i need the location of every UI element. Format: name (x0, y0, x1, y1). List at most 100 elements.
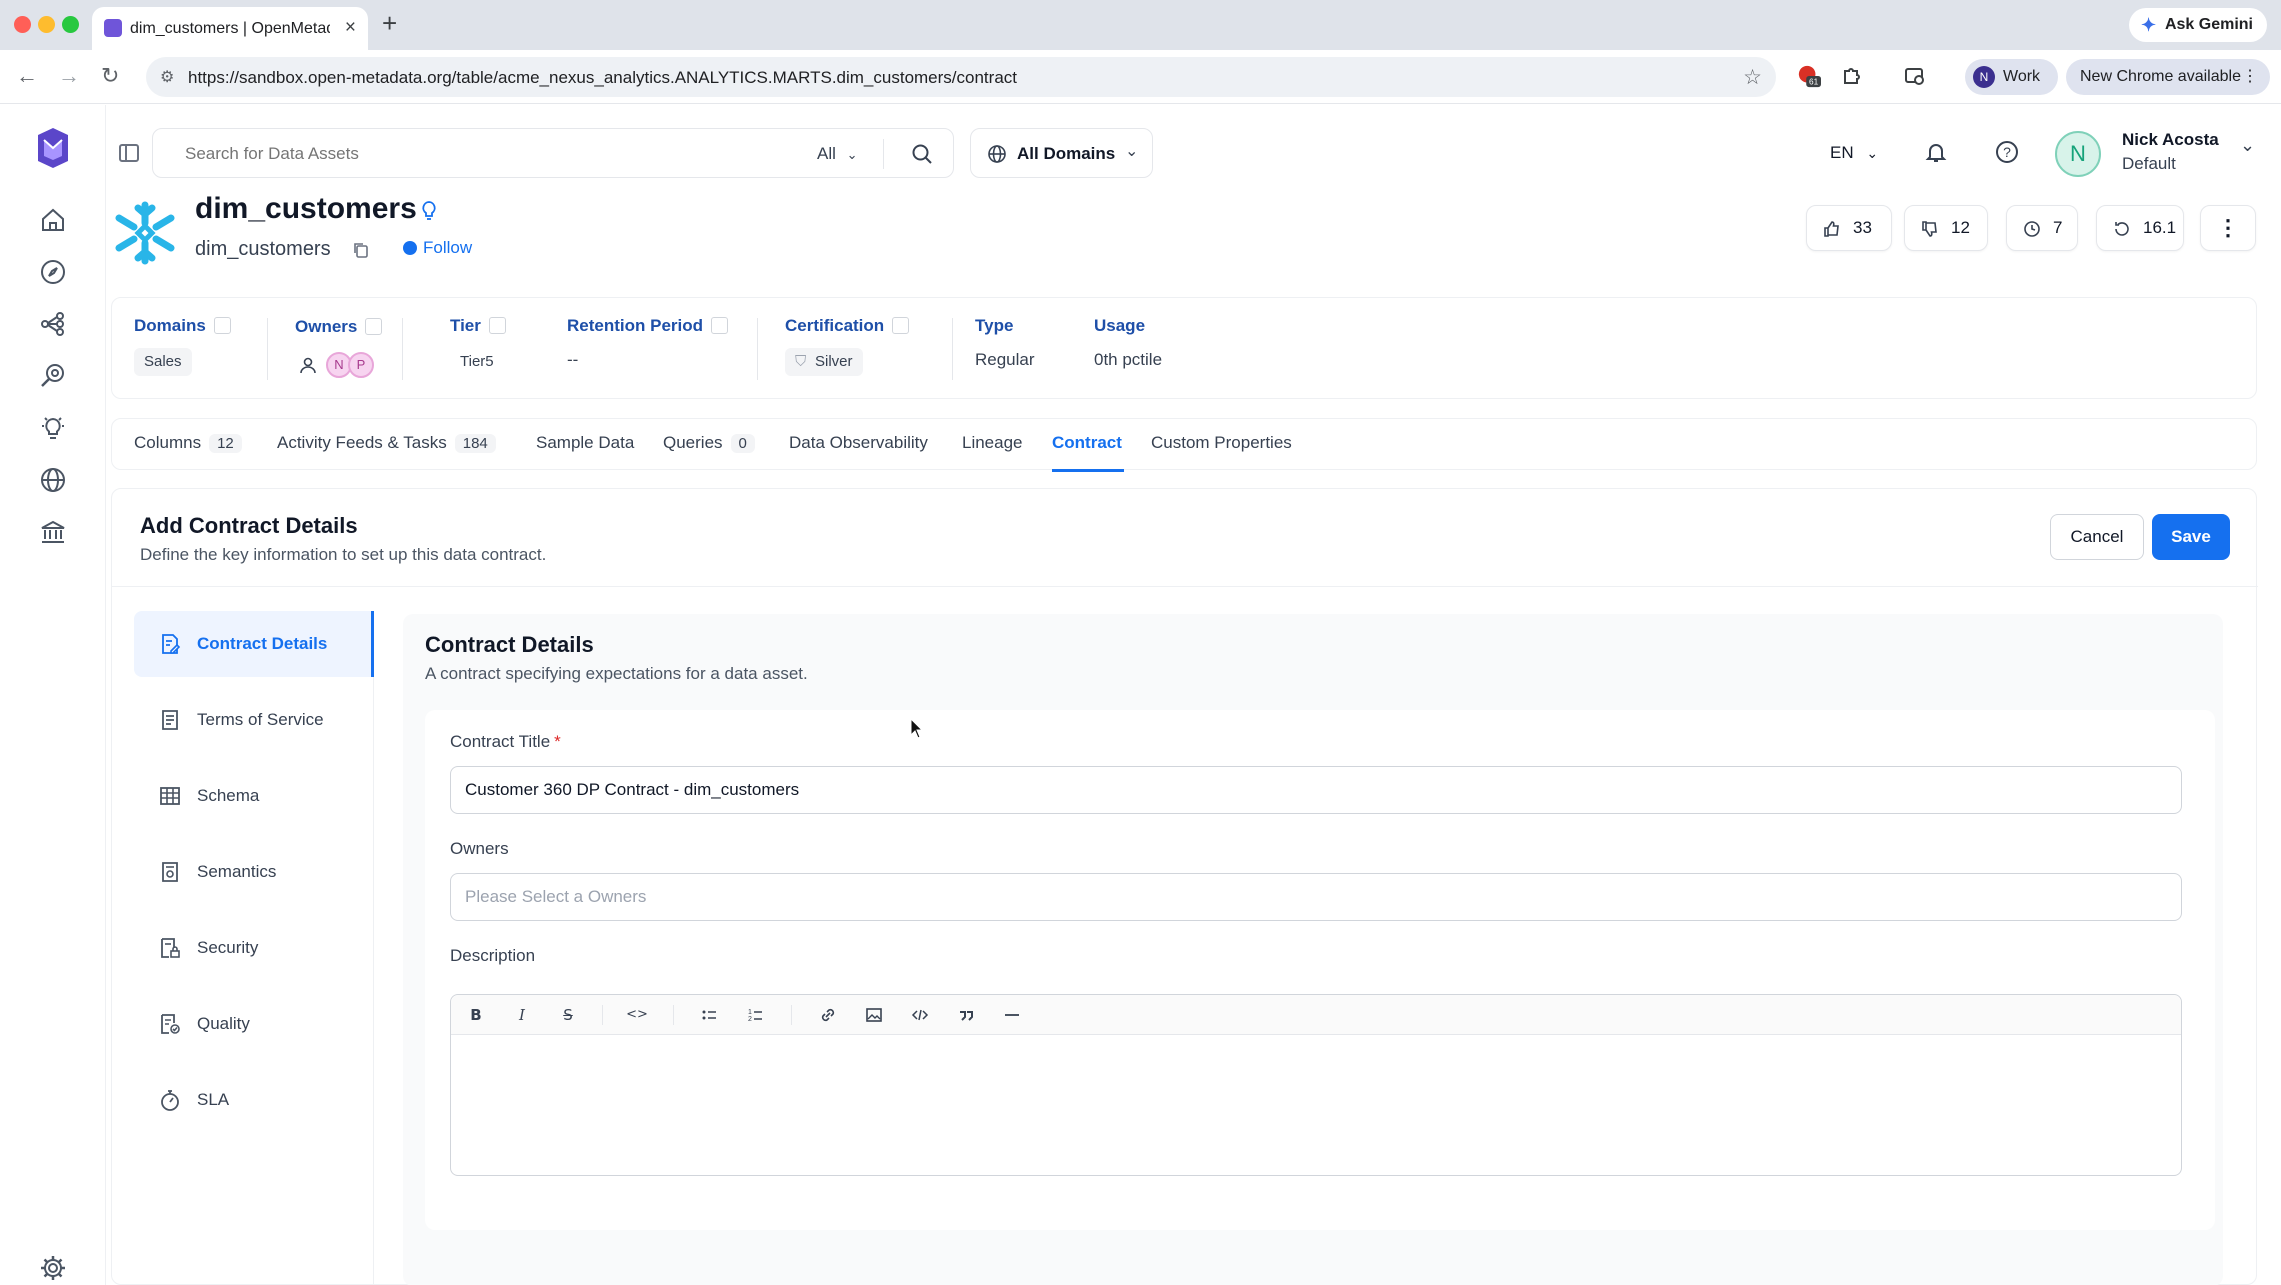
extensions-puzzle-icon[interactable] (1840, 64, 1864, 88)
step-terms-of-service[interactable]: Terms of Service (134, 687, 374, 753)
edit-owners-icon[interactable] (365, 318, 383, 335)
tab-custom-properties[interactable]: Custom Properties (1151, 433, 1292, 453)
tab-contract[interactable]: Contract (1052, 433, 1122, 453)
search-input[interactable] (185, 144, 745, 164)
italic-icon[interactable]: I (511, 1004, 533, 1026)
entity-suggest-bulb-icon[interactable] (418, 199, 440, 221)
window-minimize-button[interactable] (38, 16, 55, 33)
tab-activity-count: 184 (454, 434, 496, 453)
owner-avatar[interactable]: P (348, 352, 374, 378)
insights-bulb-icon[interactable] (38, 413, 68, 443)
window-maximize-button[interactable] (62, 16, 79, 33)
site-settings-icon[interactable]: ⚙ (160, 67, 174, 87)
code-block-icon[interactable] (909, 1004, 931, 1026)
new-tab-button[interactable]: + (382, 10, 397, 36)
chevron-down-icon: ⌄ (846, 147, 858, 162)
openmetadata-logo-icon[interactable] (30, 125, 76, 171)
step-security[interactable]: Security (134, 915, 374, 981)
step-contract-details[interactable]: Contract Details (134, 611, 374, 677)
numbered-list-icon[interactable]: 1 2 (745, 1004, 767, 1026)
domains-globe-icon[interactable] (38, 465, 68, 495)
reload-icon[interactable]: ↻ (101, 64, 119, 88)
help-icon[interactable]: ? (1995, 140, 2019, 164)
strikethrough-icon[interactable]: S (557, 1004, 579, 1026)
address-url[interactable]: https://sandbox.open-metadata.org/table/… (188, 68, 1017, 88)
tab-sample-data[interactable]: Sample Data (536, 433, 634, 453)
step-schema[interactable]: Schema (134, 763, 374, 829)
copy-icon[interactable] (352, 241, 370, 259)
search-icon[interactable] (911, 143, 933, 165)
tab-lineage[interactable]: Lineage (962, 433, 1023, 453)
user-avatar[interactable]: N (2055, 131, 2101, 177)
explore-compass-icon[interactable] (38, 257, 68, 287)
domain-chip[interactable]: Sales (134, 348, 192, 376)
watch-count: 7 (2053, 218, 2063, 237)
more-actions-button[interactable]: ⋮ (2200, 205, 2256, 251)
global-search[interactable]: All ⌄ (152, 128, 954, 178)
owners-select[interactable]: Please Select a Owners (450, 873, 2182, 921)
edit-retention-icon[interactable] (711, 317, 729, 334)
description-editor[interactable]: B I S <> 1 2 (450, 994, 2182, 1176)
certification-chip[interactable]: ⛉ Silver (785, 348, 863, 376)
observability-icon[interactable] (38, 361, 68, 391)
extension-badge-icon[interactable]: 61 (1797, 64, 1821, 88)
tab-columns[interactable]: Columns 12 (134, 433, 242, 453)
domain-selector[interactable]: All Domains ⌄ (970, 128, 1153, 178)
link-icon[interactable] (817, 1004, 839, 1026)
step-semantics[interactable]: Semantics (134, 839, 374, 905)
more-vert-icon[interactable]: ⋮ (2242, 59, 2258, 95)
tab-queries[interactable]: Queries 0 (663, 433, 755, 453)
user-menu-chevron-icon[interactable]: ⌄ (2240, 135, 2255, 156)
like-button[interactable]: 33 (1806, 205, 1892, 251)
entity-metadata-strip: Domains Sales Owners N P Tier Tier5 Rete… (111, 297, 2257, 399)
tier-chip[interactable]: Tier5 (450, 348, 504, 376)
back-arrow-icon[interactable]: ← (16, 64, 38, 88)
image-icon[interactable] (863, 1004, 885, 1026)
entity-fqn-name: dim_customers (195, 238, 331, 260)
tab-search-icon[interactable] (1903, 64, 1927, 88)
profile-work-button[interactable]: N Work (1965, 59, 2058, 95)
quote-icon[interactable] (955, 1004, 977, 1026)
search-scope-dropdown[interactable]: All ⌄ (817, 144, 858, 164)
language-selector[interactable]: EN ⌄ (1830, 143, 1878, 163)
dislike-button[interactable]: 12 (1904, 205, 1988, 251)
edit-certification-icon[interactable] (892, 317, 910, 334)
save-button[interactable]: Save (2152, 514, 2230, 560)
tab-data-observability[interactable]: Data Observability (789, 433, 928, 453)
bookmark-star-icon[interactable]: ☆ (1743, 65, 1762, 90)
step-sla[interactable]: SLA (134, 1067, 374, 1133)
tab-close-icon[interactable]: × (345, 18, 356, 37)
notification-bell-icon[interactable] (1924, 140, 1948, 164)
step-quality[interactable]: Quality (134, 991, 374, 1057)
bullet-list-icon[interactable] (699, 1004, 721, 1026)
window-close-button[interactable] (14, 16, 31, 33)
edit-domains-icon[interactable] (213, 317, 231, 334)
bold-icon[interactable]: B (465, 1004, 487, 1026)
step-label: Terms of Service (197, 710, 324, 729)
chrome-update-button[interactable]: New Chrome available ⋮ (2066, 59, 2270, 95)
usage-label: Usage (1094, 316, 1146, 335)
settings-gear-icon[interactable] (38, 1253, 68, 1283)
cancel-button[interactable]: Cancel (2050, 514, 2144, 560)
horizontal-rule-icon[interactable] (1001, 1004, 1023, 1026)
version-button[interactable]: 16.1 (2096, 205, 2184, 251)
governance-bank-icon[interactable] (38, 517, 68, 547)
domains-label: Domains (134, 316, 231, 336)
toolbar-divider (791, 1005, 792, 1025)
contract-title-input[interactable]: Customer 360 DP Contract - dim_customers (450, 766, 2182, 814)
watch-button[interactable]: 7 (2006, 205, 2078, 251)
edit-tier-icon[interactable] (488, 317, 506, 334)
address-bar[interactable]: ⚙ https://sandbox.open-metadata.org/tabl… (146, 57, 1776, 97)
tab-activity-feeds[interactable]: Activity Feeds & Tasks 184 (277, 433, 496, 453)
browser-tab-active[interactable]: dim_customers | OpenMetadata × (92, 7, 368, 50)
ask-gemini-label: Ask Gemini (2164, 16, 2253, 33)
home-icon[interactable] (38, 205, 68, 235)
sidebar-toggle-icon[interactable] (118, 142, 140, 164)
follow-button[interactable]: Follow (403, 238, 472, 258)
lineage-graph-icon[interactable] (38, 309, 68, 339)
editor-toolbar: B I S <> 1 2 (451, 995, 2181, 1035)
description-editor-body[interactable] (451, 1036, 2181, 1175)
ask-gemini-button[interactable]: ✦ Ask Gemini (2128, 8, 2267, 42)
forward-arrow-icon[interactable]: → (58, 64, 80, 88)
inline-code-icon[interactable]: <> (626, 1004, 648, 1026)
